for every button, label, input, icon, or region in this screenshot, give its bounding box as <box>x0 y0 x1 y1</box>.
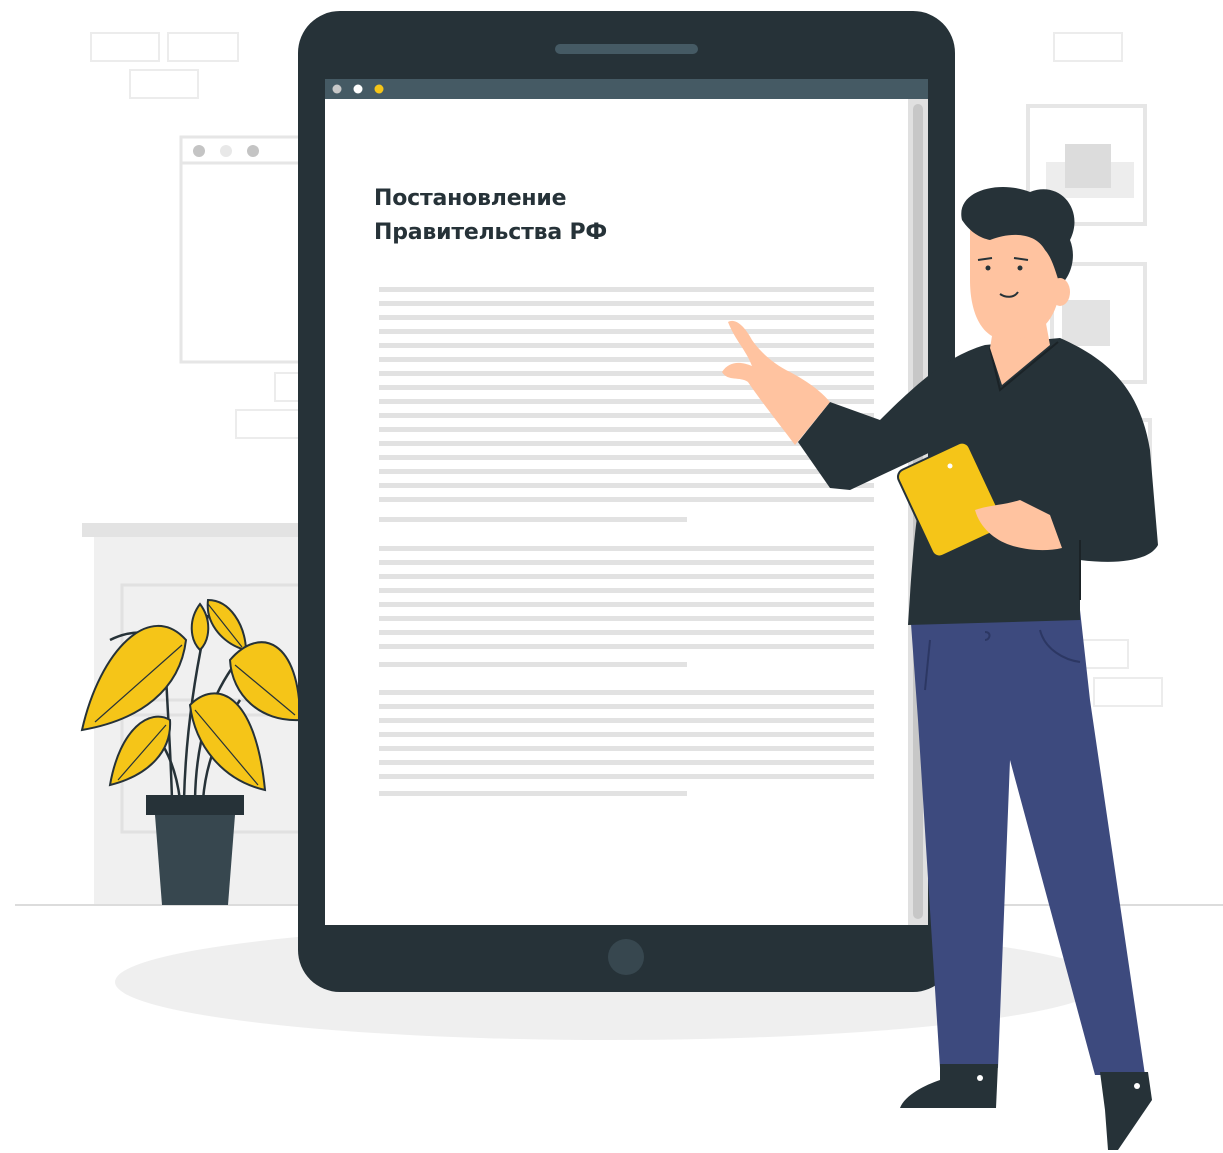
browser-bar <box>325 79 928 99</box>
background-window <box>179 135 313 364</box>
document-title-line1: Постановление <box>374 186 567 211</box>
illustration <box>15 11 1223 1150</box>
document-title-line2: Правительства РФ <box>374 220 607 245</box>
document-title: Постановление Правительства РФ <box>374 182 854 250</box>
tablet-speaker <box>555 44 698 54</box>
tablet-home-button <box>608 939 644 975</box>
window-dot-yellow <box>374 84 384 94</box>
window-dot-white <box>353 84 363 94</box>
window-dot-gray <box>332 84 342 94</box>
